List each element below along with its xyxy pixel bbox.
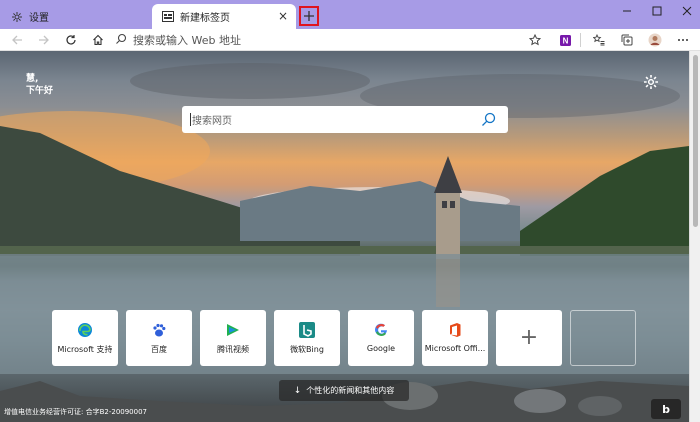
greeting-name: 慧, bbox=[26, 74, 39, 84]
bing-icon bbox=[299, 322, 315, 338]
toolbar-divider bbox=[580, 33, 581, 47]
quick-link-label: 微软Bing bbox=[290, 345, 324, 354]
quick-link-bing[interactable]: 微软Bing bbox=[274, 310, 340, 366]
personalized-news-button[interactable]: ↓ 个性化的新闻和其他内容 bbox=[279, 380, 409, 401]
close-tab-icon[interactable]: × bbox=[276, 9, 290, 23]
address-bar[interactable]: 搜索或输入 Web 地址 bbox=[115, 31, 545, 49]
search-icon[interactable] bbox=[481, 112, 496, 127]
new-tab-button[interactable] bbox=[299, 6, 319, 26]
quick-link-label: 百度 bbox=[151, 345, 167, 354]
more-options-icon[interactable] bbox=[674, 31, 692, 49]
newtab-page-icon bbox=[161, 10, 174, 23]
add-quick-link-button[interactable]: + bbox=[496, 310, 562, 366]
forward-icon[interactable] bbox=[35, 31, 53, 49]
search-placeholder: 搜索网页 bbox=[192, 116, 232, 127]
google-icon bbox=[373, 322, 389, 338]
greeting-time: 下午好 bbox=[26, 86, 54, 96]
quick-link-microsoft-office[interactable]: Microsoft Offi... bbox=[422, 310, 488, 366]
quick-link-label: Microsoft 支持 bbox=[57, 345, 113, 354]
tencent-video-icon bbox=[225, 322, 241, 338]
plus-icon: + bbox=[519, 325, 539, 350]
tab-new-tab[interactable]: 新建标签页 × bbox=[152, 4, 296, 29]
refresh-icon[interactable] bbox=[62, 31, 80, 49]
minimize-icon[interactable] bbox=[612, 0, 642, 22]
web-search-box[interactable]: 搜索网页 bbox=[182, 106, 508, 133]
tab-label: 设置 bbox=[29, 13, 49, 24]
address-placeholder: 搜索或输入 Web 地址 bbox=[133, 34, 241, 47]
empty-quick-link-slot bbox=[570, 310, 636, 366]
quick-link-label: 腾讯视频 bbox=[217, 345, 249, 354]
page-settings-gear-icon[interactable] bbox=[643, 74, 659, 90]
tab-strip: 设置 新建标签页 × bbox=[0, 0, 700, 29]
vertical-scrollbar[interactable] bbox=[689, 51, 700, 422]
collections-icon[interactable] bbox=[618, 31, 636, 49]
quick-link-tencent-video[interactable]: 腾讯视频 bbox=[200, 310, 266, 366]
navigation-toolbar: 搜索或输入 Web 地址 N bbox=[0, 29, 700, 51]
close-icon[interactable] bbox=[672, 0, 700, 22]
baidu-paw-icon bbox=[151, 322, 167, 338]
arrow-down-icon: ↓ bbox=[293, 385, 302, 396]
new-tab-page-background: 慧, 下午好 搜索网页 Microsoft 支持 百度 腾讯视频 微软Bing … bbox=[0, 51, 689, 422]
edge-icon bbox=[77, 322, 93, 338]
svg-text:N: N bbox=[562, 36, 568, 45]
gear-icon bbox=[10, 10, 23, 23]
icp-license-text[interactable]: 增值电信业务经营许可证: 合字B2-20090007 bbox=[4, 407, 147, 417]
back-icon[interactable] bbox=[8, 31, 26, 49]
office-icon bbox=[447, 322, 463, 338]
favorite-star-icon[interactable] bbox=[526, 31, 544, 49]
bing-logo-button[interactable]: b bbox=[651, 399, 681, 419]
greeting: 慧, 下午好 bbox=[26, 73, 53, 97]
search-icon bbox=[115, 33, 127, 48]
tab-label: 新建标签页 bbox=[180, 13, 230, 24]
news-button-label: 个性化的新闻和其他内容 bbox=[306, 386, 395, 395]
tab-settings[interactable]: 设置 bbox=[0, 4, 150, 29]
maximize-icon[interactable] bbox=[642, 0, 672, 22]
avatar[interactable] bbox=[646, 31, 664, 49]
favorites-icon[interactable] bbox=[590, 31, 608, 49]
quick-link-label: Google bbox=[366, 344, 396, 353]
scrollbar-thumb[interactable] bbox=[693, 55, 698, 227]
quick-link-label: Microsoft Offi... bbox=[424, 344, 486, 353]
text-caret bbox=[190, 113, 191, 126]
quick-link-google[interactable]: Google bbox=[348, 310, 414, 366]
quick-link-microsoft-support[interactable]: Microsoft 支持 bbox=[52, 310, 118, 366]
quick-link-baidu[interactable]: 百度 bbox=[126, 310, 192, 366]
home-icon[interactable] bbox=[89, 31, 107, 49]
onenote-icon[interactable]: N bbox=[556, 31, 574, 49]
